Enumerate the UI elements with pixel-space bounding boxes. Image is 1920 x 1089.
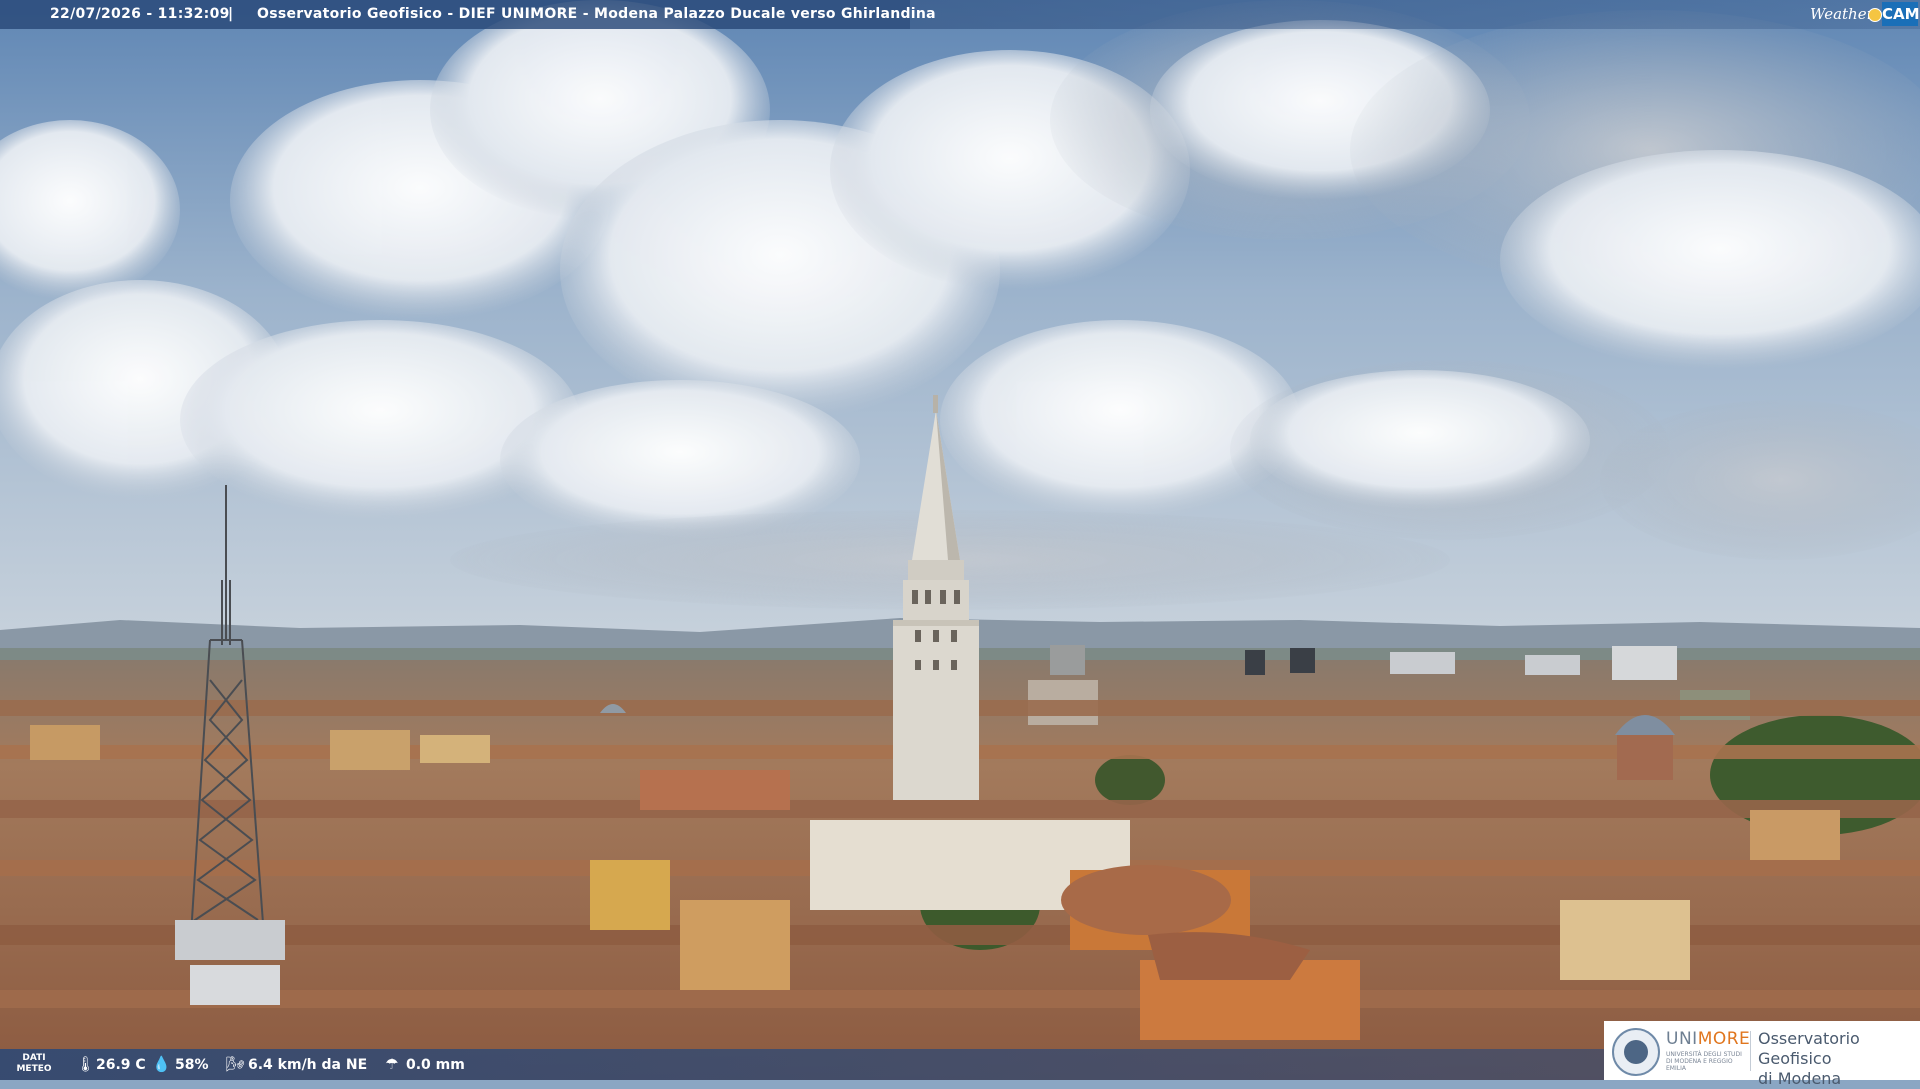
wind-icon: 🌬 <box>226 1055 246 1073</box>
observatory-line2: di Modena <box>1758 1069 1842 1088</box>
camera-title: Osservatorio Geofisico - DIEF UNIMORE - … <box>257 6 936 22</box>
unimore-brand: UNIMORE <box>1666 1029 1750 1049</box>
thermometer-icon: 🌡 <box>76 1055 96 1073</box>
rain-value: 0.0 mm <box>406 1057 465 1073</box>
university-subline: UNIVERSITÀ DEGLI STUDI DI MODENA E REGGI… <box>1666 1051 1742 1072</box>
header-band-fade <box>910 0 1920 29</box>
brand-more: MORE <box>1697 1029 1751 1049</box>
weather-label-line2: METEO <box>16 1064 52 1074</box>
weather-label-line1: DATI <box>22 1053 46 1063</box>
unimore-logo-box: UNIMORE UNIVERSITÀ DEGLI STUDI DI MODENA… <box>1604 1021 1920 1088</box>
humidity-drop-icon: 💧 <box>152 1055 171 1073</box>
observatory-name: Osservatorio Geofisico di Modena <box>1758 1029 1920 1089</box>
sun-icon <box>1868 8 1882 22</box>
wind-value: 6.4 km/h da NE <box>248 1057 368 1073</box>
header-separator: | <box>228 6 234 22</box>
temperature-value: 26.9 C <box>96 1057 146 1073</box>
datetime-stamp: 22/07/2026 - 11:32:09 <box>50 6 230 22</box>
observatory-line1: Osservatorio Geofisico <box>1758 1029 1860 1068</box>
header-bar: 22/07/2026 - 11:32:09 | Osservatorio Geo… <box>0 0 1920 29</box>
webcam-image <box>0 0 1920 1080</box>
logo-divider <box>1750 1031 1751 1071</box>
weathercam-logo: Weather CAM <box>1810 2 1920 26</box>
rain-gauge-icon: ☂ <box>385 1055 399 1073</box>
humidity-value: 58% <box>175 1057 209 1073</box>
weathercam-logo-badge: CAM <box>1882 2 1920 26</box>
university-seal-icon <box>1612 1028 1660 1076</box>
weather-data-bar: DATI METEO 🌡 26.9 C 💧 58% 🌬 6.4 km/h da … <box>0 1049 1604 1080</box>
brand-uni: UNI <box>1666 1029 1698 1049</box>
weather-data-label: DATI METEO <box>14 1053 54 1075</box>
weathercam-logo-word: Weather <box>1810 5 1874 23</box>
